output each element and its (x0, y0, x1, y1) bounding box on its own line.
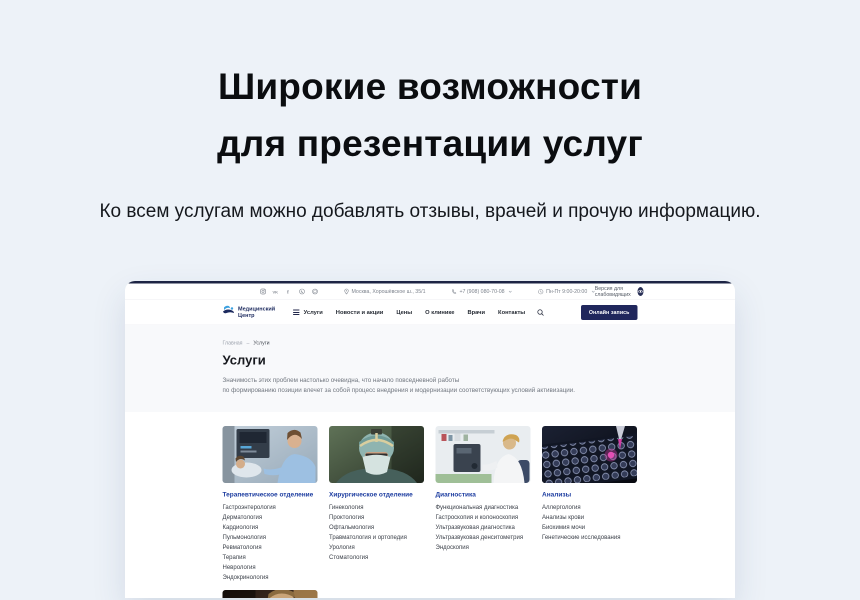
eye-icon[interactable] (637, 287, 643, 296)
service-card-analyses: Анализы Аллергология Анализы крови Биохими… (542, 426, 637, 584)
medical-site: VK f Москва, Хорошёвс (125, 281, 735, 598)
vk-icon[interactable]: VK (273, 288, 280, 295)
service-link[interactable]: Эндоскопия (436, 544, 531, 550)
location-pin-icon (344, 288, 349, 294)
nav-item-2[interactable]: Новости и акции (336, 309, 384, 315)
svg-text:VK: VK (273, 289, 279, 294)
empty-cell (329, 590, 424, 598)
service-link[interactable]: Эндокринология (223, 574, 318, 580)
site-preview-window: VK f Москва, Хорошёвс (125, 281, 735, 598)
next-row-photo[interactable] (223, 590, 318, 598)
service-link[interactable]: Неврология (223, 564, 318, 570)
empty-cell (436, 590, 531, 598)
service-list: Гинекология Проктология Офтальмология Травм… (329, 504, 424, 560)
breadcrumb-current: Услуги (253, 340, 269, 346)
accessibility-version[interactable]: Версия для слабовидящих (595, 285, 644, 297)
facebook-icon[interactable]: f (286, 288, 293, 295)
service-link[interactable]: Анализы крови (542, 514, 637, 520)
service-link[interactable]: Ультразвуковая диагностика (436, 524, 531, 530)
analyses-photo[interactable] (542, 426, 637, 483)
service-link[interactable]: Пульмонология (223, 534, 318, 540)
service-link[interactable]: Травматология и ортопедия (329, 534, 424, 540)
breadcrumb: Главная – Услуги (223, 340, 638, 346)
page-head-band: Главная – Услуги Услуги Значимость этих … (125, 325, 735, 412)
category-title[interactable]: Хирургическое отделение (329, 491, 424, 498)
logo-icon (223, 305, 235, 319)
clock-icon (538, 288, 544, 294)
nav-item-6[interactable]: Контакты (498, 309, 525, 315)
service-link[interactable]: Гастроэнтерология (223, 504, 318, 510)
service-link[interactable]: Аллергология (542, 504, 637, 510)
phone-icon (451, 288, 457, 294)
instagram-icon[interactable] (260, 288, 267, 295)
nav-item-5[interactable]: Врачи (467, 309, 485, 315)
service-link[interactable]: Гинекология (329, 504, 424, 510)
site-topbar: VK f Москва, Хорошёвс (125, 283, 735, 300)
service-link[interactable]: Функциональная диагностика (436, 504, 531, 510)
empty-cell (542, 590, 637, 598)
service-link[interactable]: Генетические исследования (542, 534, 637, 540)
phone-number: +7 (908) 080-70-08 (459, 288, 504, 294)
nav-item-4[interactable]: О клинике (425, 309, 454, 315)
hero-title-line2: для презентации услуг (217, 123, 643, 164)
nav-item-3[interactable]: Цены (396, 309, 412, 315)
services-grid: Терапевтическое отделение Гастроэнтероло… (223, 426, 638, 598)
intro-text: Значимость этих проблем настолько очевид… (223, 375, 638, 395)
logo[interactable]: Медицинский Центр (223, 305, 276, 319)
service-link[interactable]: Кардиология (223, 524, 318, 530)
nav-item-1[interactable]: Услуги (304, 309, 323, 315)
viber-icon[interactable] (299, 288, 306, 295)
service-list: Функциональная диагностика Гастроскопия и… (436, 504, 531, 550)
hours-item[interactable]: Пн-Пт 9:00-20:00 (538, 288, 595, 294)
service-list: Аллергология Анализы крови Биохимия мочи Ге… (542, 504, 637, 540)
intro-line1: Значимость этих проблем настолько очевид… (223, 376, 460, 383)
page-title: Услуги (223, 352, 638, 368)
intro-line2: по формированию позиции влечет за собой … (223, 386, 576, 393)
service-card-next-row (223, 590, 318, 598)
social-links: VK f (260, 288, 319, 295)
address-item: Москва, Хорошёвское ш., 35/1 (344, 288, 425, 294)
service-link[interactable]: Ультразвуковая денситометрия (436, 534, 531, 540)
service-card-therapy: Терапевтическое отделение Гастроэнтероло… (223, 426, 318, 584)
service-link[interactable]: Терапия (223, 554, 318, 560)
category-title[interactable]: Анализы (542, 491, 637, 498)
service-card-surgery: Хирургическое отделение Гинекология Прокт… (329, 426, 424, 584)
hero-subtitle: Ко всем услугам можно добавлять отзывы, … (0, 201, 860, 223)
category-title[interactable]: Диагностика (436, 491, 531, 498)
service-link[interactable]: Стоматология (329, 554, 424, 560)
service-link[interactable]: Биохимия мочи (542, 524, 637, 530)
phone-item[interactable]: +7 (908) 080-70-08 (451, 288, 512, 294)
search-icon[interactable] (537, 308, 544, 315)
hero-title: Широкие возможности для презентации услу… (0, 58, 860, 173)
service-card-diagnostics: Диагностика Функциональная диагностика Га… (436, 426, 531, 584)
surgery-photo[interactable] (329, 426, 424, 483)
hero-section: Широкие возможности для презентации услу… (0, 0, 860, 223)
main-nav: Услуги Новости и акции Цены О клинике Врачи К… (293, 309, 525, 315)
service-link[interactable]: Гастроскопия и колоноскопия (436, 514, 531, 520)
service-link[interactable]: Офтальмология (329, 524, 424, 530)
diagnostics-photo[interactable] (436, 426, 531, 483)
svg-text:f: f (287, 289, 289, 294)
logo-text: Медицинский Центр (238, 306, 275, 319)
online-booking-button[interactable]: Онлайн запись (581, 304, 638, 319)
category-title[interactable]: Терапевтическое отделение (223, 491, 318, 498)
service-list: Гастроэнтерология Дерматология Кардиология… (223, 504, 318, 580)
therapy-photo[interactable] (223, 426, 318, 483)
address-text: Москва, Хорошёвское ш., 35/1 (352, 288, 426, 294)
service-link[interactable]: Ревматология (223, 544, 318, 550)
logo-line2: Центр (238, 312, 255, 318)
service-link[interactable]: Урология (329, 544, 424, 550)
site-header: Медицинский Центр Услуги Новости и акции Ц… (125, 300, 735, 325)
service-link[interactable]: Проктология (329, 514, 424, 520)
accessibility-label: Версия для слабовидящих (595, 285, 634, 297)
chevron-down-icon (509, 290, 513, 293)
working-hours: Пн-Пт 9:00-20:00 (546, 288, 587, 294)
service-link[interactable]: Дерматология (223, 514, 318, 520)
whatsapp-icon[interactable] (312, 288, 319, 295)
logo-line1: Медицинский (238, 306, 275, 312)
hero-title-line1: Широкие возможности (218, 66, 642, 107)
breadcrumb-home[interactable]: Главная (223, 340, 243, 346)
breadcrumb-separator: – (246, 340, 249, 346)
menu-icon[interactable] (293, 309, 300, 315)
